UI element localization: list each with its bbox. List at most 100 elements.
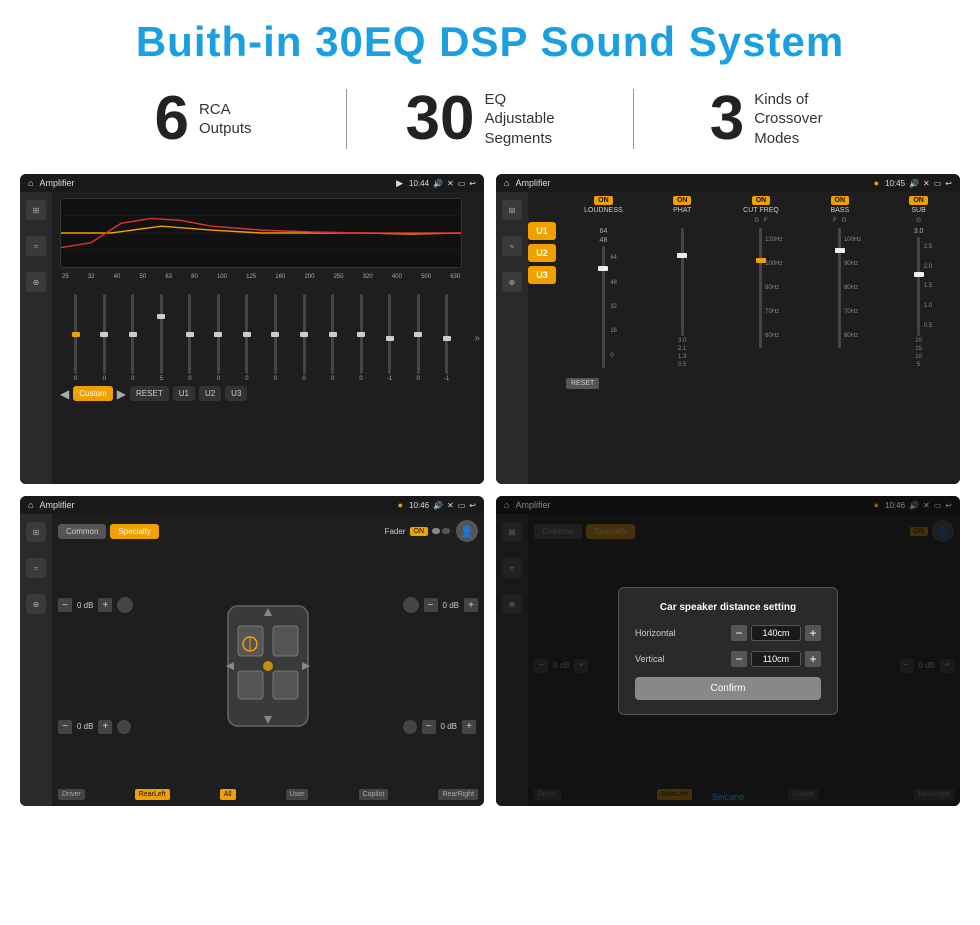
eq-freq-labels: 2532405063 80100125160200 25032040050063…	[60, 274, 462, 280]
eq-slider-13[interactable]: -1	[433, 294, 461, 382]
user-btn-3[interactable]: User	[286, 789, 309, 800]
eq-slider-11[interactable]: -1	[376, 294, 404, 382]
amp-reset-btn[interactable]: RESET	[566, 378, 599, 389]
stat-eq-number: 30	[406, 88, 475, 150]
sub-label: SUB	[911, 207, 925, 214]
sidebar-eq-icon-3[interactable]: ⊞	[26, 522, 46, 542]
time-1: 10:44	[409, 179, 429, 188]
dialog-overlay: Car speaker distance setting Horizontal …	[496, 496, 960, 806]
sidebar-cross-icon-2[interactable]: ⊕	[502, 272, 522, 292]
u2-amp-btn[interactable]: U2	[528, 244, 556, 262]
stat-crossover-number: 3	[710, 88, 744, 150]
eq-slider-3[interactable]: 5	[148, 294, 176, 382]
rearleft-btn[interactable]: RearLeft	[135, 789, 170, 800]
sidebar-eq-icon[interactable]: ⊞	[26, 200, 46, 220]
amp-main: ON LOUDNESS ON PHAT ON CUT FREQ G F ON	[562, 192, 960, 484]
cutfreq-fader: 120Hz 100Hz 80Hz 70Hz 60Hz	[724, 228, 799, 368]
sidebar-wave-icon-2[interactable]: ≈	[502, 236, 522, 256]
db-minus-0[interactable]: −	[58, 598, 72, 612]
all-btn[interactable]: All	[220, 789, 236, 800]
eq-next[interactable]: ▶	[117, 387, 126, 401]
eq-slider-2[interactable]: 0	[119, 294, 147, 382]
user-icon[interactable]: 👤	[456, 520, 478, 542]
eq-main: 2532405063 80100125160200 25032040050063…	[52, 192, 470, 484]
eq-slider-12[interactable]: 0	[404, 294, 432, 382]
u1-amp-btn[interactable]: U1	[528, 222, 556, 240]
eq-slider-0[interactable]: 0	[62, 294, 90, 382]
speaker-dot-3	[403, 720, 417, 734]
sub-on: ON	[909, 196, 928, 205]
status-bar-2: ⌂ Amplifier ● 10:45 🔊 ✕ ▭ ↩	[496, 174, 960, 192]
eq-prev[interactable]: ◀	[60, 387, 69, 401]
u2-btn-1[interactable]: U2	[199, 386, 221, 401]
eq-slider-4[interactable]: 0	[176, 294, 204, 382]
sidebar-eq-icon-2[interactable]: ⊞	[502, 200, 522, 220]
db-plus-2[interactable]: +	[464, 598, 478, 612]
driver-btn[interactable]: Driver	[58, 789, 85, 800]
sidebar-wave-icon[interactable]: ≈	[26, 236, 46, 256]
phat-on: ON	[673, 196, 692, 205]
sidebar-wave-icon-3[interactable]: ≈	[26, 558, 46, 578]
stat-crossover: 3 Kinds ofCrossover Modes	[634, 88, 920, 150]
db-minus-1[interactable]: −	[58, 720, 72, 734]
amp-faders: 64 48 64 48 32 16 0	[566, 228, 956, 368]
amp-reset-row: RESET	[566, 372, 956, 390]
back-icon-3[interactable]: ↩	[469, 501, 476, 510]
rearright-btn[interactable]: RearRight	[438, 789, 478, 800]
eq-slider-9[interactable]: 0	[319, 294, 347, 382]
eq-slider-8[interactable]: 0	[290, 294, 318, 382]
u1-btn-1[interactable]: U1	[173, 386, 195, 401]
specialty-btn[interactable]: Specialty	[110, 524, 158, 539]
home-icon-3[interactable]: ⌂	[28, 500, 33, 510]
sub-sub: G	[916, 218, 921, 224]
dialog-horizontal-controls: − 140cm +	[731, 625, 821, 641]
cs-left-dbs: − 0 dB + − 0 dB +	[58, 546, 133, 785]
bass-on: ON	[831, 196, 850, 205]
eq-slider-7[interactable]: 0	[262, 294, 290, 382]
db-minus-2[interactable]: −	[424, 598, 438, 612]
reset-btn-1[interactable]: RESET	[130, 386, 169, 401]
back-icon-2[interactable]: ↩	[945, 179, 952, 188]
eq-slider-5[interactable]: 0	[205, 294, 233, 382]
vertical-plus-btn[interactable]: +	[805, 651, 821, 667]
horizontal-minus-btn[interactable]: −	[731, 625, 747, 641]
loudness-on: ON	[594, 196, 613, 205]
common-btn[interactable]: Common	[58, 524, 106, 539]
u3-btn-1[interactable]: U3	[225, 386, 247, 401]
sidebar-cross-icon-3[interactable]: ⊕	[26, 594, 46, 614]
custom-btn[interactable]: Custom	[73, 386, 113, 401]
sidebar-cross-icon[interactable]: ⊕	[26, 272, 46, 292]
volume-icon-3: 🔊	[433, 501, 443, 510]
eq-slider-6[interactable]: 0	[233, 294, 261, 382]
db-plus-0[interactable]: +	[98, 598, 112, 612]
screenshots-grid: ⌂ Amplifier ▶ 10:44 🔊 ✕ ▭ ↩ ⊞ ≈ ⊕	[0, 162, 980, 818]
left-sidebar-1: ⊞ ≈ ⊕	[20, 192, 52, 484]
home-icon-2[interactable]: ⌂	[504, 178, 509, 188]
eq-slider-10[interactable]: 0	[347, 294, 375, 382]
stat-crossover-label: Kinds ofCrossover Modes	[754, 90, 844, 149]
fader-label: Fader	[385, 527, 406, 536]
eq-bottom-bar: ◀ Custom ▶ RESET U1 U2 U3	[60, 386, 462, 401]
u3-amp-btn[interactable]: U3	[528, 266, 556, 284]
eq-slider-1[interactable]: 0	[91, 294, 119, 382]
left-sidebar-2: ⊞ ≈ ⊕	[496, 192, 528, 484]
record-dot-3: ●	[398, 500, 403, 510]
home-icon[interactable]: ⌂	[28, 178, 33, 188]
db-row-0: − 0 dB +	[58, 597, 133, 613]
back-icon-1[interactable]: ↩	[469, 179, 476, 188]
copilot-btn[interactable]: Copilot	[359, 789, 389, 800]
db-minus-3[interactable]: −	[422, 720, 436, 734]
fader-toggle-icon[interactable]	[432, 525, 452, 537]
screen-dialog: ⌂ Amplifier ● 10:46 🔊 ✕ ▭ ↩ ⊞ ≈ ⊕ Common…	[496, 496, 960, 806]
u-buttons-col: U1 U2 U3	[528, 192, 556, 484]
screen-content-4: ⊞ ≈ ⊕ Common Specialty ON 👤 − 0	[496, 514, 960, 806]
db-plus-3[interactable]: +	[462, 720, 476, 734]
volume-icon-2: 🔊	[909, 179, 919, 188]
close-icon-3: ✕	[447, 501, 454, 510]
time-2: 10:45	[885, 179, 905, 188]
confirm-btn[interactable]: Confirm	[635, 677, 821, 700]
vertical-minus-btn[interactable]: −	[731, 651, 747, 667]
eq-expand-arrow[interactable]: »	[470, 192, 484, 484]
db-plus-1[interactable]: +	[98, 720, 112, 734]
horizontal-plus-btn[interactable]: +	[805, 625, 821, 641]
